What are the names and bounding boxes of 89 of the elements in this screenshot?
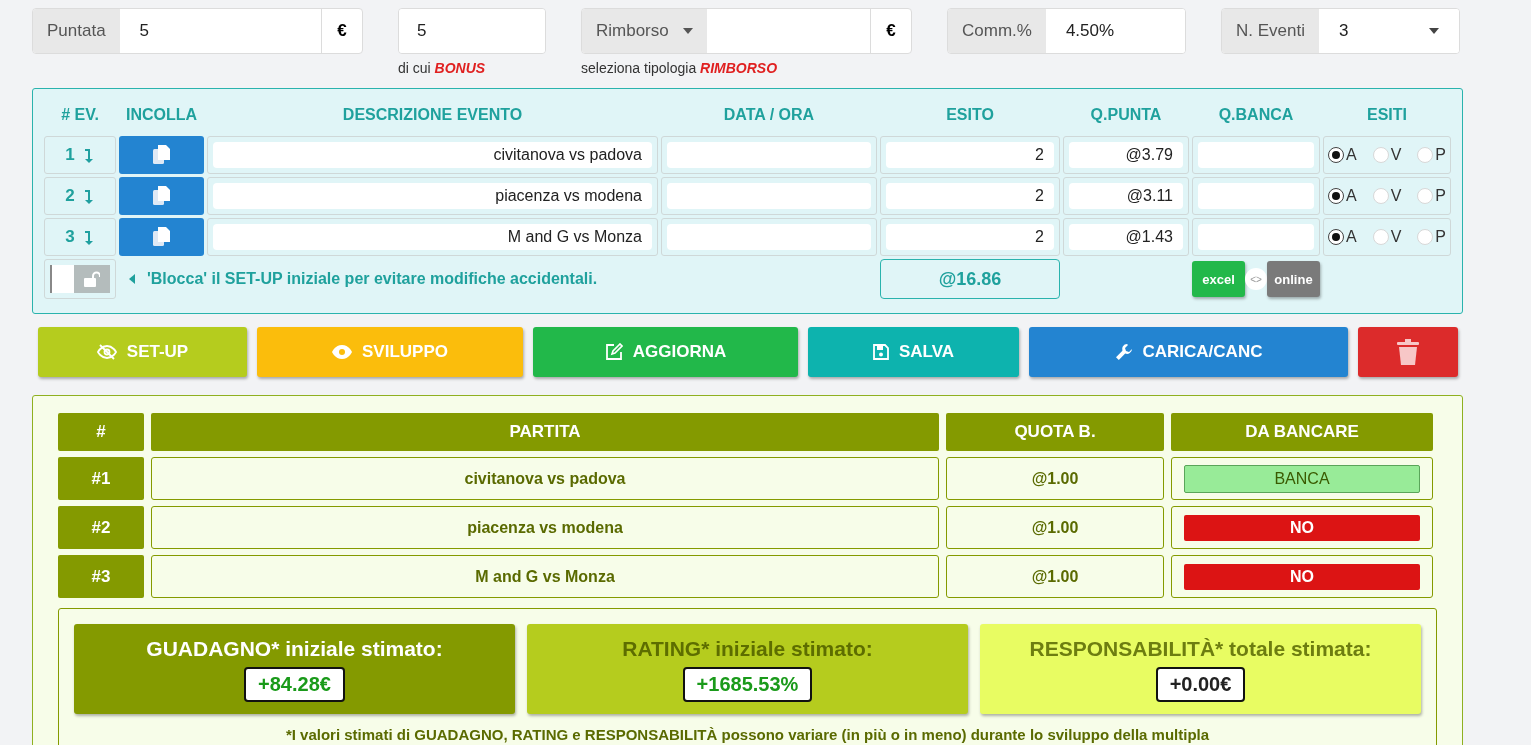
column-header: # EV. [60,105,100,125]
back-odds-field[interactable]: @3.11 [1069,183,1183,209]
outcome-field[interactable]: 2 [886,142,1054,168]
eye-slash-icon [96,344,117,360]
column-header: Q.PUNTA [1089,105,1163,125]
lock-hint: 'Blocca' il SET-UP iniziale per evitare modifiche accidentali. [147,270,598,288]
edit-icon [604,343,623,361]
lay-odds-field[interactable] [1198,224,1314,250]
arrow-down-icon [82,188,95,204]
event-number: 2 [44,177,116,215]
row-number: #1 [58,457,144,500]
table-cell: piacenza vs modena [151,506,939,549]
radio-label: P [1435,187,1446,205]
wrench-icon [1114,343,1133,361]
radio-label: V [1390,228,1402,246]
radio-label: A [1346,146,1357,164]
card-title: RATING* iniziale stimato: [622,636,873,661]
radio-label: A [1346,228,1357,246]
paste-button[interactable] [119,177,204,215]
card-value: +0.00€ [1155,666,1246,702]
table-cell: @1.00 [946,506,1164,549]
event-description-field[interactable]: piacenza vs modena [213,183,652,209]
footnote: *I valori stimati di GUADAGNO, RATING e RESPONSABILITÀ possono variare (in più o in meno) durante lo sviluppo della multipla [284,726,1211,743]
lay-status-badge: NO [1184,514,1420,541]
row-number: #3 [58,555,144,598]
back-odds-field[interactable]: @1.43 [1069,224,1183,250]
copy-icon [152,227,171,247]
card-value: +1685.53% [682,666,813,702]
outcome-field[interactable]: 2 [886,183,1054,209]
lay-status-badge: NO [1184,563,1420,590]
table-cell: M and G vs Monza [151,555,939,598]
column-header: DA BANCARE [1171,413,1433,451]
radio-button[interactable] [1328,188,1344,204]
paste-button[interactable] [119,218,204,256]
event-number: 3 [44,218,116,256]
table-cell: @1.00 [946,457,1164,500]
radio-label: P [1435,146,1446,164]
column-header: # [58,413,144,451]
save-icon [872,344,889,360]
bonus-note: di cui BONUS [398,60,487,76]
paste-button[interactable] [119,136,204,174]
total-odds: @16.86 [880,259,1060,299]
table-cell: civitanova vs padova [151,457,939,500]
back-odds-field[interactable]: @3.79 [1069,142,1183,168]
outcome-field[interactable]: 2 [886,224,1054,250]
lock-toggle[interactable] [50,265,110,293]
column-header: QUOTA B. [946,413,1164,451]
action-button[interactable]: CARICA/CANC [1029,327,1348,377]
date-time-field[interactable] [667,142,871,168]
copy-icon [152,186,171,206]
radio-label: P [1435,228,1446,246]
radio-label: V [1390,187,1402,205]
lay-odds-field[interactable] [1198,142,1314,168]
caret-left-icon [129,274,135,284]
event-number: 1 [44,136,116,174]
column-header: DESCRIZIONE EVENTO [341,105,524,125]
date-time-field[interactable] [667,183,871,209]
column-header: ESITI [1366,105,1408,125]
table-cell: @1.00 [946,555,1164,598]
eye-icon [332,345,352,359]
column-header: INCOLLA [124,105,199,125]
lay-status-badge: BANCA [1184,464,1420,493]
refund-note: seleziona tipologia RIMBORSO [581,60,779,76]
card-title: RESPONSABILITÀ* totale stimata: [1029,636,1372,661]
column-header: PARTITA [151,413,939,451]
card-title: GUADAGNO* iniziale stimato: [146,636,443,661]
arrow-down-icon [82,147,95,163]
copy-icon [152,145,171,165]
arrow-down-icon [82,229,95,245]
column-header: Q.BANCA [1217,105,1295,125]
row-number: #2 [58,506,144,549]
event-description-field[interactable]: civitanova vs padova [213,142,652,168]
radio-button[interactable] [1328,229,1344,245]
radio-button[interactable] [1328,147,1344,163]
radio-label: V [1390,146,1402,164]
date-time-field[interactable] [667,224,871,250]
card-value: +84.28€ [244,666,345,702]
event-count-label: N. Eventi [1222,9,1319,53]
trash-icon [1397,339,1419,365]
column-header: DATA / ORA [722,105,816,125]
event-description-field[interactable]: M and G vs Monza [213,224,652,250]
caret-icon [1429,28,1439,34]
lay-odds-field[interactable] [1198,183,1314,209]
open-padlock-icon [84,271,100,287]
mode-toggle-option[interactable]: online [1267,261,1320,297]
bonus-field[interactable]: 5 [399,9,545,53]
delete-button[interactable] [1358,327,1458,377]
radio-label: A [1346,187,1357,205]
column-header: ESITO [945,105,995,125]
